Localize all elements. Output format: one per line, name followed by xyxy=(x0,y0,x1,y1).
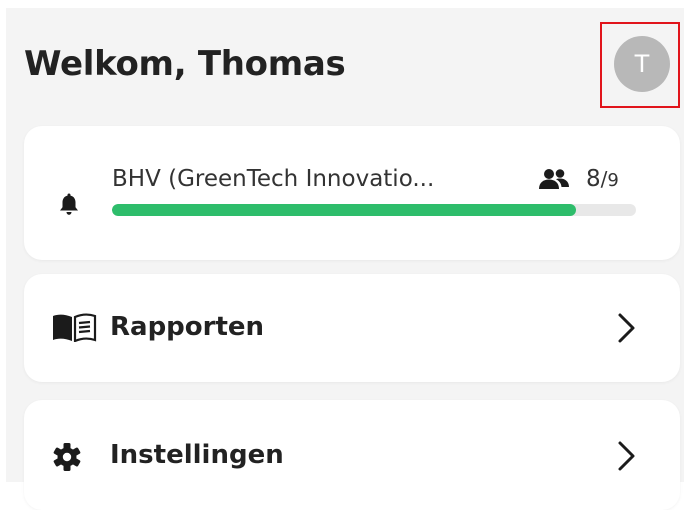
member-count: 8/9 xyxy=(586,166,619,192)
book-icon xyxy=(53,313,97,342)
member-count-current: 8 xyxy=(586,166,601,192)
bhv-group-label: BHV (GreenTech Innovatio... xyxy=(112,166,435,192)
progress-bar xyxy=(112,204,636,216)
bell-icon xyxy=(60,193,78,215)
people-icon xyxy=(539,169,569,189)
gear-icon xyxy=(53,443,81,471)
progress-bar-fill xyxy=(112,204,576,216)
avatar-highlight-frame[interactable]: T xyxy=(600,22,680,108)
instellingen-label: Instellingen xyxy=(110,440,284,470)
avatar[interactable]: T xyxy=(614,36,670,92)
member-count-total: 9 xyxy=(607,170,619,191)
rapporten-menu-item[interactable]: Rapporten xyxy=(24,274,680,382)
chevron-right-icon xyxy=(618,313,635,343)
instellingen-menu-item[interactable]: Instellingen xyxy=(24,400,680,510)
rapporten-label: Rapporten xyxy=(110,312,265,342)
chevron-right-icon xyxy=(618,441,635,471)
welcome-title: Welkom, Thomas xyxy=(24,44,346,84)
bhv-group-card[interactable]: BHV (GreenTech Innovatio... 8/9 xyxy=(24,126,680,260)
app-screen: Welkom, Thomas T BHV (GreenTech Innovati… xyxy=(0,0,684,510)
